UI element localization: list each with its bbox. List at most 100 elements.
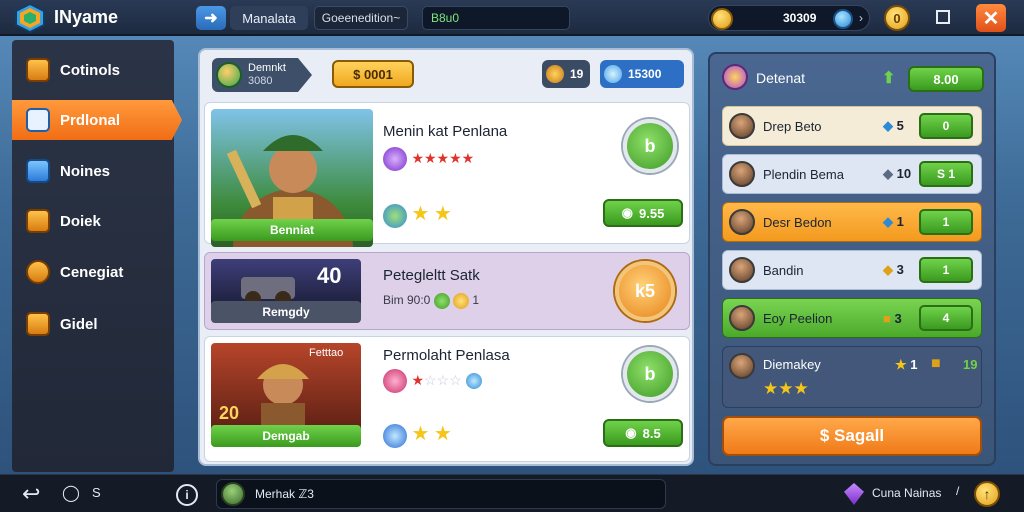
row-action-button[interactable]: 1 bbox=[919, 257, 973, 283]
panel-title: Detenat bbox=[756, 70, 806, 86]
tab-primary[interactable]: Manalata bbox=[230, 6, 308, 30]
gem-count: 15300 bbox=[628, 67, 662, 81]
gem-icon bbox=[466, 373, 483, 389]
row-stat: ◆ 10 bbox=[883, 166, 912, 181]
header-value-button[interactable]: 8.00 bbox=[908, 66, 984, 92]
maximize-icon[interactable] bbox=[936, 10, 950, 24]
list-item[interactable]: Desr Bedon ◆ 1 1 bbox=[722, 202, 982, 242]
app-logo-icon bbox=[15, 3, 45, 33]
coin-icon bbox=[711, 8, 733, 30]
sidebar-item-label: Gidel bbox=[60, 315, 98, 333]
row-action-button[interactable]: 4 bbox=[919, 305, 973, 331]
avatar bbox=[729, 257, 755, 283]
list-item[interactable]: Drep Beto ◆ 5 0 bbox=[722, 106, 982, 146]
upgrade-button[interactable]: ↑ bbox=[974, 481, 1000, 507]
row-action-button[interactable]: S 1 bbox=[919, 161, 973, 187]
list-item[interactable]: Plendin Bema ◆ 10 S 1 bbox=[722, 154, 982, 194]
avatar bbox=[729, 305, 755, 331]
rating: ★★★★★ bbox=[383, 147, 474, 171]
hero-card[interactable]: Benniat Menin kat Penlana ★★★★★ ★ ★ b ◉ … bbox=[204, 102, 690, 247]
chat-count: S bbox=[92, 485, 101, 500]
buy-button[interactable]: ◉ 9.55 bbox=[603, 199, 683, 227]
tab-secondary-dropdown[interactable]: Goeenedition~ bbox=[314, 6, 408, 30]
chevron-down-icon[interactable]: › bbox=[859, 11, 863, 25]
avatar bbox=[729, 353, 755, 379]
sidebar-item-prdlonal[interactable]: Prdlonal bbox=[12, 100, 182, 140]
main-panel: Demnkt 3080 $ 0001 19 15300 Benniat Meni… bbox=[198, 48, 694, 466]
header-value: 8.00 bbox=[933, 71, 959, 87]
coin-count: 30309 bbox=[783, 11, 817, 25]
coin-icon: ◉ bbox=[621, 205, 634, 220]
select-hero-button[interactable]: b bbox=[623, 119, 677, 173]
shield-icon bbox=[26, 159, 50, 183]
tag-count: 1 bbox=[472, 293, 480, 308]
select-warrior-button[interactable]: b bbox=[623, 347, 677, 401]
sidebar-item-doiek[interactable]: Doiek bbox=[12, 201, 174, 241]
sidebar: Cotinols Prdlonal Noines Doiek Cenegiat … bbox=[12, 40, 182, 472]
star-icon: ★★★★★ bbox=[411, 150, 475, 167]
rating: ★☆☆☆ bbox=[383, 369, 483, 393]
card-title: Menin kat Penlana bbox=[383, 123, 508, 140]
gem-icon bbox=[604, 65, 622, 83]
gem-icon bbox=[833, 9, 853, 29]
player-chip[interactable]: Demnkt 3080 bbox=[212, 58, 312, 92]
class-icon bbox=[383, 147, 407, 171]
leaderboard-panel: Detenat ⬆ 8.00 Drep Beto ◆ 5 0 Plendin B… bbox=[708, 52, 996, 466]
player-id: 3080 bbox=[248, 75, 273, 87]
chat-input[interactable]: Merhak ℤ3 bbox=[216, 479, 666, 509]
gem-resource: 15300 bbox=[600, 60, 684, 88]
sidebar-item-cotinols[interactable]: Cotinols bbox=[12, 50, 174, 90]
chest-icon: ■ bbox=[883, 310, 891, 326]
row-stat: ★ 1 bbox=[895, 357, 918, 372]
bundle-card[interactable]: 40 Remgdy Petegleltt Satk Bim 90:0 1 k5 bbox=[204, 252, 690, 330]
arrow-left-icon: ➜ bbox=[204, 10, 218, 27]
claim-all-button[interactable]: $ Sagall bbox=[722, 416, 982, 456]
row-stars: ★★★ bbox=[763, 379, 809, 398]
row-stat: ◆ 5 bbox=[883, 118, 904, 133]
close-button[interactable]: ✕ bbox=[976, 4, 1006, 32]
leaf-icon bbox=[383, 203, 407, 228]
row-action-button[interactable]: 1 bbox=[919, 209, 973, 235]
sidebar-item-gidel[interactable]: Gidel bbox=[12, 304, 174, 344]
claim-bundle-button[interactable]: k5 bbox=[615, 261, 675, 321]
star-icon: ★ bbox=[433, 423, 452, 445]
chat-bubble-icon[interactable]: ◯ bbox=[62, 483, 80, 503]
list-item[interactable]: Bandin ◆ 3 1 bbox=[722, 250, 982, 290]
app-title: INyame bbox=[54, 7, 119, 27]
list-item[interactable]: Eoy Peelion ■ 3 4 bbox=[722, 298, 982, 338]
shield-icon bbox=[383, 423, 407, 448]
star-icon: ★ bbox=[433, 203, 452, 225]
gem-icon bbox=[433, 293, 450, 309]
card-title: Permolaht Penlasa bbox=[383, 347, 510, 364]
info-icon[interactable]: i bbox=[176, 484, 198, 506]
star-empty-icon: ☆☆☆ bbox=[424, 372, 462, 389]
back-button[interactable]: ➜ bbox=[196, 6, 226, 30]
player-name: Cuna Nainas bbox=[872, 486, 942, 500]
warrior-badge: Fetttao bbox=[309, 347, 344, 359]
shield-resource: 19 bbox=[542, 60, 590, 88]
gold-balance-button[interactable]: $ 0001 bbox=[332, 60, 414, 88]
row-name: Eoy Peelion bbox=[763, 310, 833, 326]
back-arrow-icon[interactable]: ↩ bbox=[22, 481, 40, 507]
gold-button[interactable]: 0 bbox=[884, 5, 910, 31]
row-name: Drep Beto bbox=[763, 118, 822, 134]
star-icon: ★ bbox=[411, 372, 425, 389]
row-action-button[interactable]: 0 bbox=[919, 113, 973, 139]
buy-button[interactable]: ◉ 8.5 bbox=[603, 419, 683, 447]
row-name: Diemakey bbox=[763, 357, 821, 372]
chest-icon: ■ bbox=[931, 355, 941, 372]
coin-icon bbox=[453, 293, 470, 309]
sidebar-item-noines[interactable]: Noines bbox=[12, 151, 174, 191]
price-label: 9.55 bbox=[639, 205, 665, 221]
row-extra: 19 bbox=[963, 357, 978, 372]
shield-icon bbox=[546, 65, 564, 83]
trait-icons: ★ ★ bbox=[383, 201, 452, 228]
sidebar-item-cenegiat[interactable]: Cenegiat bbox=[12, 252, 174, 292]
search-input[interactable]: B8u0 bbox=[422, 6, 570, 30]
list-item[interactable]: Diemakey ★★★ ★ 1 ■ 19 bbox=[722, 346, 982, 408]
dropdown-toggle[interactable]: / bbox=[956, 484, 959, 498]
class-icon bbox=[383, 369, 407, 393]
sidebar-item-label: Cotinols bbox=[60, 61, 120, 79]
warrior-card[interactable]: Fetttao 20 Demgab Permolaht Penlasa ★☆☆☆… bbox=[204, 336, 690, 462]
chat-icon bbox=[26, 108, 50, 132]
